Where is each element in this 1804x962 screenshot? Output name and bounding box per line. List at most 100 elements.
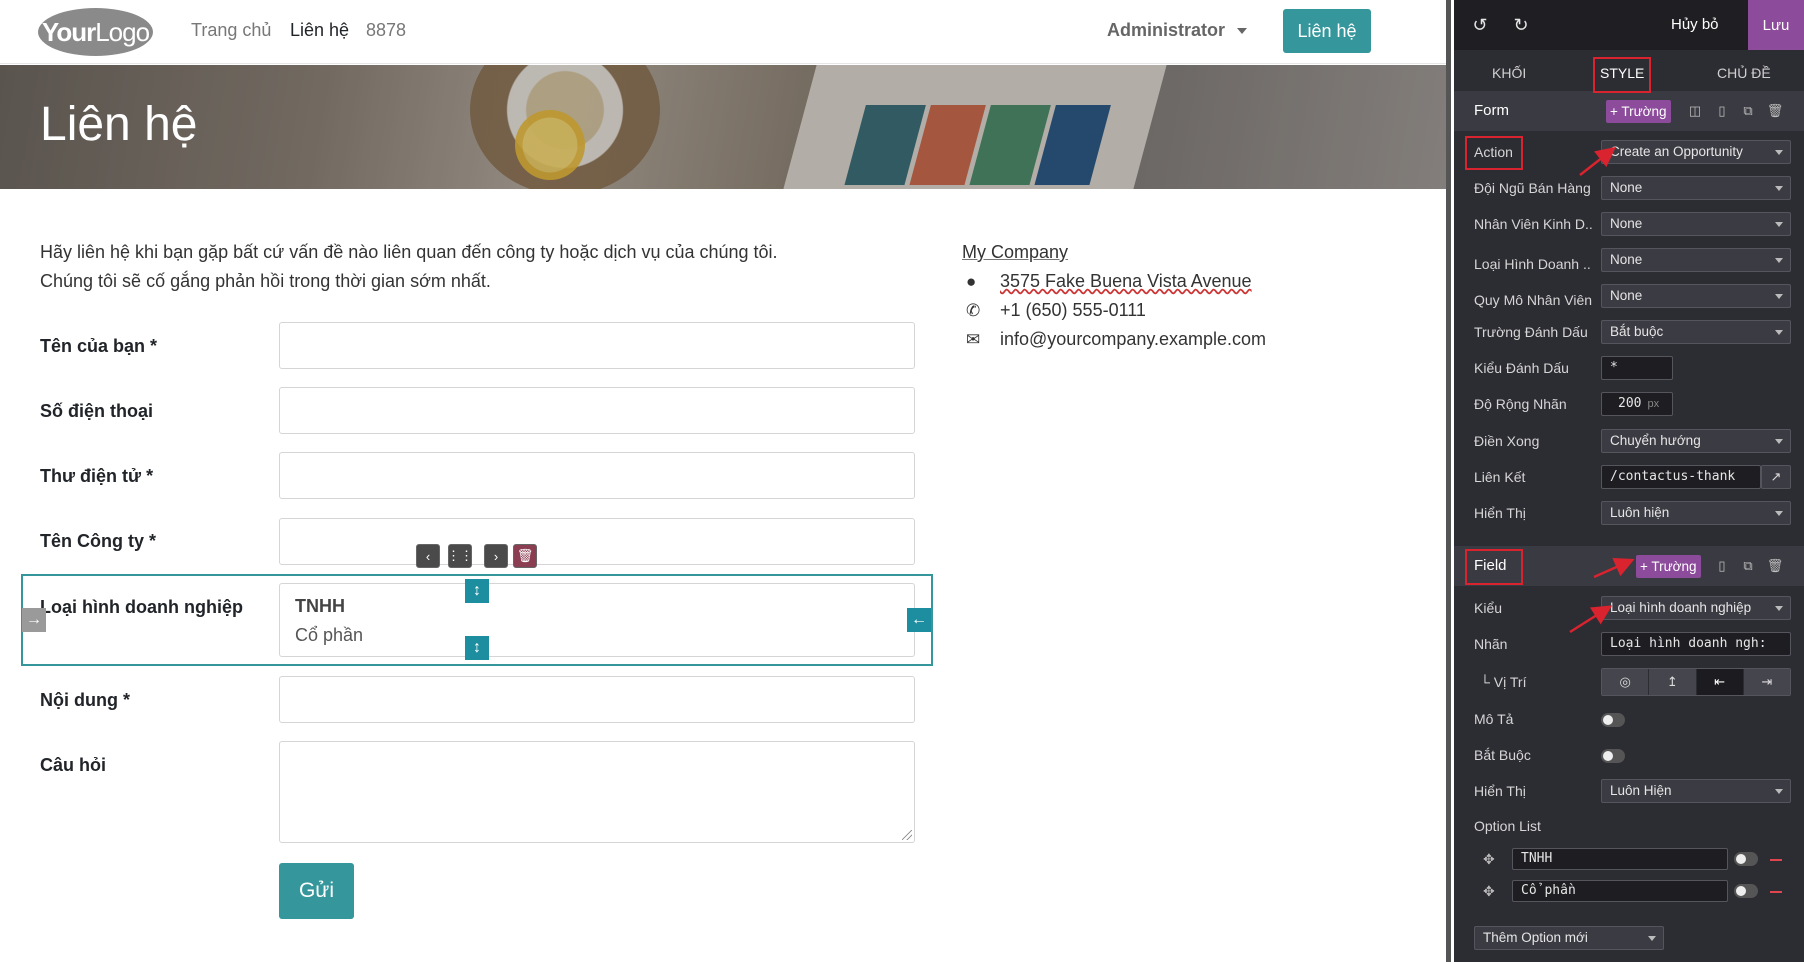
salesperson-select[interactable]: None [1601, 212, 1791, 236]
chevron-down-icon [1237, 27, 1248, 34]
question-textarea[interactable] [279, 741, 915, 843]
discard-button[interactable]: Hủy bỏ [1671, 0, 1719, 50]
sales-team-select[interactable]: None [1601, 176, 1791, 200]
email-input[interactable] [279, 452, 915, 499]
field-section-header: Field + Trường ▯ ⧉ 🗑 [1454, 546, 1804, 586]
navbar: Your Logo Trang chủ Liên hệ 8878 Administ… [0, 0, 1446, 64]
field-visibility-select[interactable]: Luôn Hiện [1601, 779, 1791, 803]
remove-option-icon-2[interactable] [1770, 891, 1782, 893]
tab-theme[interactable]: CHỦ ĐỀ [1717, 65, 1771, 81]
move-prev-icon[interactable]: ‹ [416, 544, 440, 568]
arrow-left-handle-icon[interactable]: ← [907, 608, 931, 632]
form-add-field-button[interactable]: + Trường [1606, 100, 1671, 123]
content-input[interactable] [279, 676, 915, 723]
submit-button[interactable]: Gửi [279, 863, 354, 919]
site-scrollbar[interactable] [1446, 0, 1451, 962]
company-info: My Company ● 3575 Fake Buena Vista Avenue… [962, 238, 1266, 354]
option-input-1[interactable]: TNHH [1512, 848, 1728, 870]
description-toggle[interactable] [1601, 713, 1625, 727]
field-visibility-label: Hiển Thị [1474, 783, 1526, 799]
panel-tabs: KHỐI STYLE CHỦ ĐỀ [1454, 50, 1804, 96]
marked-field-select[interactable]: Bắt buộc [1601, 320, 1791, 344]
duplicate-icon[interactable]: ⧉ [1739, 101, 1757, 121]
business-type-default-select[interactable]: None [1601, 248, 1791, 272]
company-email: info@yourcompany.example.com [1000, 329, 1267, 349]
logo-text-thin: Logo [95, 16, 150, 47]
field-mobile-icon[interactable]: ▯ [1713, 556, 1731, 576]
move-next-icon[interactable]: › [484, 544, 508, 568]
field-trash-icon[interactable]: 🗑 [1766, 556, 1784, 576]
redo-icon[interactable]: ↻ [1509, 13, 1533, 37]
nav-8878[interactable]: 8878 [366, 20, 406, 41]
action-label: Action [1474, 144, 1513, 160]
name-input[interactable] [279, 322, 915, 369]
company-input[interactable] [279, 518, 915, 565]
tab-blocks[interactable]: KHỐI [1492, 65, 1526, 81]
resize-vertical-top-icon[interactable]: ↕ [465, 579, 489, 603]
nav-contact[interactable]: Liên hệ [290, 20, 349, 41]
field-type-label: Kiểu [1474, 600, 1503, 616]
field-type-select[interactable]: Loại hình doanh nghiệp [1601, 596, 1791, 620]
form-visibility-select[interactable]: Luôn hiện [1601, 501, 1791, 525]
drag-grid-icon[interactable]: ⋮⋮ [447, 544, 473, 568]
tab-style[interactable]: STYLE [1600, 65, 1644, 81]
position-right-icon[interactable]: ⇥ [1743, 669, 1790, 695]
hero-banner: Liên hệ [0, 65, 1446, 189]
company-size-select[interactable]: None [1601, 284, 1791, 308]
redirect-link-input[interactable]: /contactus-thank [1601, 465, 1761, 489]
phone-input[interactable] [279, 387, 915, 434]
nav-home[interactable]: Trang chủ [191, 20, 271, 41]
field-add-field-button[interactable]: + Trường [1636, 555, 1701, 578]
business-type-select[interactable]: TNHH Cổ phần [279, 583, 915, 657]
save-button[interactable]: Lưu [1748, 0, 1804, 50]
label-width-label: Độ Rộng Nhãn [1474, 396, 1567, 412]
position-top-icon[interactable]: ↥ [1649, 669, 1697, 695]
map-marker-icon: ● [966, 271, 977, 291]
label-business-type: Loại hình doanh nghiệp [40, 597, 243, 617]
delete-trash-icon[interactable]: 🗑 [513, 544, 537, 568]
marked-field-label: Trường Đánh Dấu [1474, 324, 1588, 340]
editor-topbar: ↺ ↻ Hủy bỏ Lưu [1454, 0, 1804, 50]
label-question: Câu hỏi [40, 755, 106, 775]
field-label-input[interactable]: Loại hình doanh ngh: [1601, 632, 1791, 656]
mobile-icon[interactable]: ▯ [1713, 101, 1731, 121]
company-name: My Company [962, 242, 1069, 262]
save-snippet-icon[interactable]: ◫ [1686, 101, 1704, 121]
contact-cta-button[interactable]: Liên hệ [1283, 9, 1371, 53]
option-co-phan[interactable]: Cổ phần [295, 625, 363, 646]
option-default-toggle-2[interactable] [1734, 884, 1758, 898]
mark-style-input[interactable]: * [1601, 356, 1673, 380]
trash-icon[interactable]: 🗑 [1766, 101, 1784, 121]
required-toggle[interactable] [1601, 749, 1625, 763]
remove-option-icon-1[interactable] [1770, 859, 1782, 861]
intro-line-1: Hãy liên hệ khi bạn gặp bất cứ vấn đề nà… [40, 242, 778, 262]
logo[interactable]: Your Logo [38, 8, 153, 56]
envelope-icon: ✉ [966, 329, 981, 349]
label-width-input[interactable]: 200 px [1601, 392, 1673, 416]
external-link-icon[interactable]: ↗ [1761, 465, 1791, 489]
logo-text-bold: Your [41, 16, 96, 47]
company-phone: +1 (650) 555-0111 [1000, 300, 1146, 320]
resize-vertical-bottom-icon[interactable]: ↕ [465, 636, 489, 660]
position-hidden-icon[interactable]: ◎ [1602, 669, 1650, 695]
intro-text: Hãy liên hệ khi bạn gặp bất cứ vấn đề nà… [40, 238, 778, 296]
undo-icon[interactable]: ↺ [1468, 13, 1492, 37]
option-input-2[interactable]: Cổ phần [1512, 880, 1728, 902]
on-success-select[interactable]: Chuyển hướng [1601, 429, 1791, 453]
field-duplicate-icon[interactable]: ⧉ [1739, 556, 1757, 576]
company-size-label: Quy Mô Nhân Viên [1474, 292, 1592, 308]
drag-handle-icon[interactable]: ✥ [1483, 851, 1495, 868]
option-default-toggle-1[interactable] [1734, 852, 1758, 866]
arrow-right-handle-icon[interactable]: → [22, 608, 46, 632]
option-tnhh[interactable]: TNHH [295, 596, 345, 617]
salesperson-label: Nhân Viên Kinh D... [1474, 216, 1592, 232]
action-select[interactable]: Create an Opportunity [1601, 140, 1791, 164]
add-option-select[interactable]: Thêm Option mới [1474, 926, 1664, 950]
position-left-icon[interactable]: ⇤ [1696, 669, 1744, 695]
on-success-label: Điền Xong [1474, 433, 1540, 449]
position-label: └ Vị Trí [1480, 674, 1527, 690]
resize-grip-icon[interactable] [902, 830, 912, 840]
option-list-label: Option List [1474, 818, 1541, 834]
drag-handle-icon[interactable]: ✥ [1483, 883, 1495, 900]
admin-dropdown[interactable]: Administrator [1107, 20, 1248, 41]
